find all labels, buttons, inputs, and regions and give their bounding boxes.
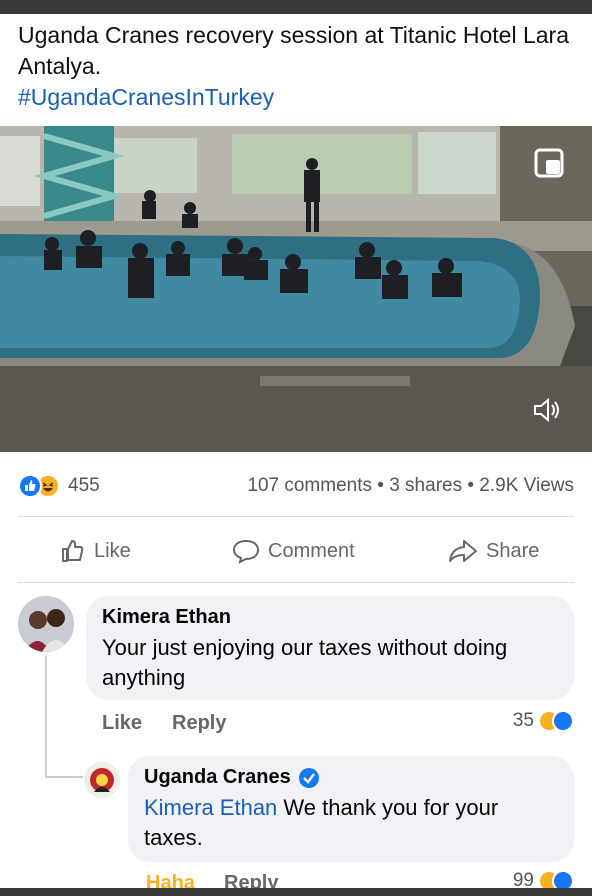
avatar[interactable] <box>84 762 120 798</box>
comment-bubble: Kimera Ethan Your just enjoying our taxe… <box>86 596 574 700</box>
divider <box>18 516 574 517</box>
thumbs-up-icon <box>62 540 84 562</box>
hashtag-link[interactable]: #UgandaCranesInTurkey <box>18 82 578 113</box>
comment-reactions[interactable]: 35 <box>513 710 574 732</box>
speaker-muted-icon[interactable] <box>532 396 562 424</box>
video-frame <box>0 126 592 452</box>
like-reaction-icon <box>18 474 42 498</box>
like-button[interactable]: Like <box>60 536 131 566</box>
verified-badge-icon <box>298 767 319 788</box>
comment-reaction-count: 35 <box>512 710 534 731</box>
reply-author-row: Uganda Cranes <box>144 766 558 789</box>
like-reaction-icon <box>552 710 574 732</box>
reply-author[interactable]: Uganda Cranes <box>144 766 291 789</box>
reply-bubble: Uganda Cranes Kimera Ethan We thank you … <box>128 756 574 862</box>
share-arrow-icon <box>449 540 477 562</box>
like-label: Like <box>94 539 131 562</box>
picture-in-picture-icon[interactable] <box>534 148 564 178</box>
comment-like-button[interactable]: Like <box>102 712 142 735</box>
engagement-summary[interactable]: 107 comments • 3 shares • 2.9K Views <box>247 475 574 497</box>
share-label: Share <box>486 539 540 562</box>
post-text: Uganda Cranes recovery session at Titani… <box>18 22 570 79</box>
comment-label: Comment <box>268 539 355 562</box>
crest-logo <box>84 762 120 798</box>
navigation-bar <box>0 888 592 896</box>
reaction-count: 455 <box>68 475 100 496</box>
post-stats: 455 107 comments • 3 shares • 2.9K Views <box>0 466 592 506</box>
speech-bubble-icon <box>232 539 260 564</box>
post-actions: Like Comment Share <box>0 528 592 574</box>
thread-line <box>45 656 47 778</box>
divider <box>18 582 574 583</box>
reply-text-block: Kimera Ethan We thank you for your taxes… <box>144 793 558 853</box>
comment-author[interactable]: Kimera Ethan <box>102 606 558 629</box>
reaction-summary[interactable]: 455 <box>18 474 100 498</box>
thread-connector <box>45 776 83 778</box>
avatar[interactable] <box>18 596 74 652</box>
comment-reply-button[interactable]: Reply <box>172 712 226 735</box>
share-button[interactable]: Share <box>448 536 539 566</box>
comment-text: Your just enjoying our taxes without doi… <box>102 635 508 690</box>
video-player[interactable] <box>0 126 592 452</box>
status-bar <box>0 0 592 14</box>
mention-link[interactable]: Kimera Ethan <box>144 795 277 820</box>
commenter-photo <box>18 596 74 652</box>
comment-button[interactable]: Comment <box>232 536 355 566</box>
post-caption: Uganda Cranes recovery session at Titani… <box>18 20 578 113</box>
